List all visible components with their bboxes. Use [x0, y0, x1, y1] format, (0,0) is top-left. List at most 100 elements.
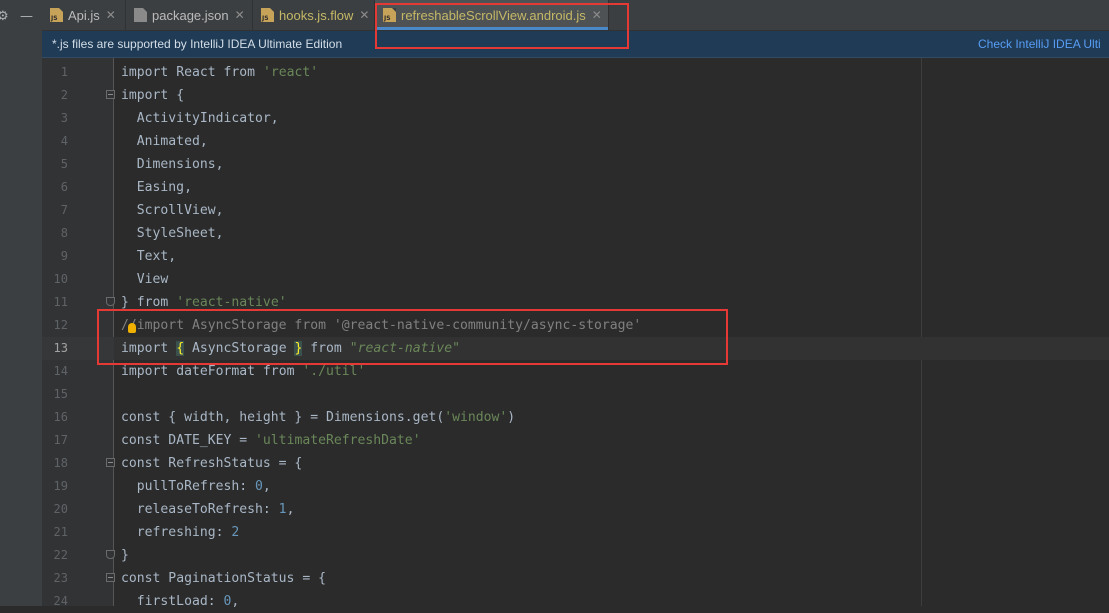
line-number: 7: [60, 203, 68, 217]
close-icon[interactable]: ✕: [359, 8, 369, 22]
code-text: } from 'react-native': [121, 295, 287, 310]
js-file-icon: JS: [50, 8, 63, 22]
fold-close-icon[interactable]: [106, 550, 115, 559]
js-file-icon: JS: [261, 8, 274, 22]
code-text: import dateFormat from './util': [121, 364, 366, 379]
line-number: 24: [53, 594, 68, 608]
line-number: 4: [60, 134, 68, 148]
lightbulb-icon[interactable]: [128, 323, 136, 333]
code-text: ActivityIndicator,: [121, 111, 279, 126]
code-line[interactable]: 8 StyleSheet,: [42, 222, 1109, 245]
line-number: 6: [60, 180, 68, 194]
code-text: const { width, height } = Dimensions.get…: [121, 410, 516, 425]
code-line[interactable]: 9 Text,: [42, 245, 1109, 268]
code-text: }: [121, 548, 129, 563]
code-text: Easing,: [121, 180, 192, 195]
line-number: 23: [53, 571, 68, 585]
code-line[interactable]: 5 Dimensions,: [42, 153, 1109, 176]
line-number: 13: [53, 341, 68, 355]
fold-open-icon[interactable]: [106, 573, 115, 582]
code-line[interactable]: 3 ActivityIndicator,: [42, 107, 1109, 130]
fold-close-icon[interactable]: [106, 297, 115, 306]
code-line-current[interactable]: 13 import { AsyncStorage } from "react-n…: [42, 337, 1109, 360]
editor-tab-bar: JS Api.js ✕ package.json ✕ JS hooks.js.f…: [42, 0, 1109, 31]
close-icon[interactable]: ✕: [592, 8, 602, 22]
line-number: 1: [60, 65, 68, 79]
line-number: 2: [60, 88, 68, 102]
line-number: 22: [53, 548, 68, 562]
line-number: 10: [53, 272, 68, 286]
line-number: 18: [53, 456, 68, 470]
line-number: 5: [60, 157, 68, 171]
tab-refreshable-scroll-view[interactable]: JS refreshableScrollView.android.js ✕: [375, 0, 609, 30]
code-line[interactable]: 19 pullToRefresh: 0,: [42, 475, 1109, 498]
code-line[interactable]: 24 firstLoad: 0,: [42, 590, 1109, 613]
line-number: 11: [53, 295, 68, 309]
gear-icon[interactable]: ⚙: [0, 10, 9, 23]
code-line[interactable]: 10 View: [42, 268, 1109, 291]
code-line[interactable]: 18 const RefreshStatus = {: [42, 452, 1109, 475]
fold-open-icon[interactable]: [106, 458, 115, 467]
line-number: 17: [53, 433, 68, 447]
code-line[interactable]: 21 refreshing: 2: [42, 521, 1109, 544]
code-text: const RefreshStatus = {: [121, 456, 303, 471]
code-line[interactable]: 6 Easing,: [42, 176, 1109, 199]
line-number: 12: [53, 318, 68, 332]
code-line[interactable]: 2 import {: [42, 84, 1109, 107]
code-text: releaseToRefresh: 1,: [121, 502, 295, 517]
code-line[interactable]: 22 }: [42, 544, 1109, 567]
code-line[interactable]: 12 //import AsyncStorage from '@react-na…: [42, 314, 1109, 337]
code-text: import { AsyncStorage } from "react-nati…: [121, 341, 461, 356]
json-file-icon: [134, 8, 147, 22]
tab-hooks-js-flow[interactable]: JS hooks.js.flow ✕: [253, 0, 375, 30]
minimize-icon[interactable]: —: [20, 10, 33, 23]
code-text: firstLoad: 0,: [121, 594, 240, 609]
code-line[interactable]: 16 const { width, height } = Dimensions.…: [42, 406, 1109, 429]
banner-message: *.js files are supported by IntelliJ IDE…: [52, 37, 343, 51]
line-number: 3: [60, 111, 68, 125]
code-text: import {: [121, 88, 185, 103]
line-number: 9: [60, 249, 68, 263]
tab-label: Api.js: [68, 7, 100, 23]
code-text: const DATE_KEY = 'ultimateRefreshDate': [121, 433, 421, 448]
line-number: 15: [53, 387, 68, 401]
banner-link[interactable]: Check IntelliJ IDEA Ulti: [978, 31, 1101, 57]
code-text: pullToRefresh: 0,: [121, 479, 271, 494]
code-editor[interactable]: 1 import React from 'react' 2 import { 3…: [42, 58, 1109, 609]
line-number: 14: [53, 364, 68, 378]
code-line[interactable]: 23 const PaginationStatus = {: [42, 567, 1109, 590]
code-text: ScrollView,: [121, 203, 224, 218]
close-icon[interactable]: ✕: [106, 8, 116, 22]
code-line[interactable]: 15: [42, 383, 1109, 406]
code-text: import React from 'react': [121, 65, 319, 80]
code-text: Animated,: [121, 134, 208, 149]
code-text: Text,: [121, 249, 177, 264]
code-line[interactable]: 11 } from 'react-native': [42, 291, 1109, 314]
code-line[interactable]: 20 releaseToRefresh: 1,: [42, 498, 1109, 521]
code-text: const PaginationStatus = {: [121, 571, 326, 586]
code-text: refreshing: 2: [121, 525, 240, 540]
close-icon[interactable]: ✕: [235, 8, 245, 22]
code-line[interactable]: 1 import React from 'react': [42, 61, 1109, 84]
code-line[interactable]: 14 import dateFormat from './util': [42, 360, 1109, 383]
code-text: View: [121, 272, 169, 287]
code-text: StyleSheet,: [121, 226, 224, 241]
code-line[interactable]: 7 ScrollView,: [42, 199, 1109, 222]
tab-label: refreshableScrollView.android.js: [401, 7, 586, 23]
line-number: 21: [53, 525, 68, 539]
fold-open-icon[interactable]: [106, 90, 115, 99]
tab-package-json[interactable]: package.json ✕: [126, 0, 253, 30]
edition-notification-banner: *.js files are supported by IntelliJ IDE…: [42, 31, 1109, 58]
line-number: 19: [53, 479, 68, 493]
line-number: 16: [53, 410, 68, 424]
left-tool-strip: ⚙ —: [0, 0, 43, 606]
code-line[interactable]: 4 Animated,: [42, 130, 1109, 153]
line-number: 8: [60, 226, 68, 240]
tab-label: hooks.js.flow: [279, 7, 354, 23]
code-text: //import AsyncStorage from '@react-nativ…: [121, 318, 642, 333]
tab-api-js[interactable]: JS Api.js ✕: [42, 0, 126, 30]
line-number: 20: [53, 502, 68, 516]
code-line[interactable]: 17 const DATE_KEY = 'ultimateRefreshDate…: [42, 429, 1109, 452]
tab-label: package.json: [152, 7, 229, 23]
code-text: Dimensions,: [121, 157, 224, 172]
